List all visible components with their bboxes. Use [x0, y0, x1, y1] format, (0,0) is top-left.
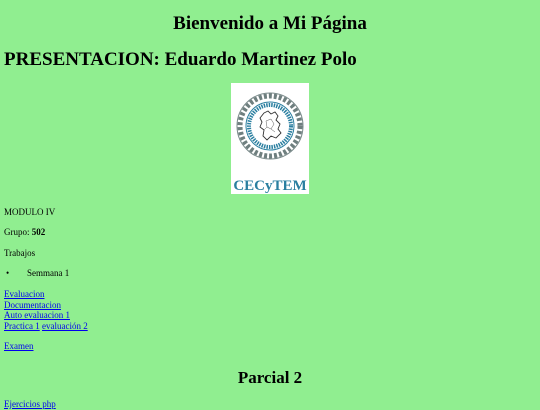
modulo-text: MODULO IV: [4, 207, 56, 217]
examen-link[interactable]: Examen: [4, 341, 34, 352]
practica-link[interactable]: Practica 1: [4, 321, 40, 331]
trabajos-list: Semmana 1: [4, 268, 69, 279]
grupo-value: 502: [31, 227, 46, 237]
page-title: Bienvenido a Mi Página: [173, 13, 367, 34]
evaluacion-link[interactable]: Evaluacion: [4, 289, 44, 299]
logo-name: CECyTEM: [233, 178, 306, 194]
grupo-line: Grupo: 502: [4, 227, 45, 238]
presentation-heading: PRESENTACION: Eduardo Martinez Polo: [4, 49, 357, 70]
trabajos-text: Trabajos: [4, 248, 36, 258]
logo-emblem-icon: [236, 92, 304, 160]
cecytem-logo: CECyTEM: [231, 83, 309, 194]
auto-evaluacion-link[interactable]: Auto evaluacion 1: [4, 310, 70, 320]
grupo-label: Grupo:: [4, 227, 30, 237]
parcial-heading: Parcial 2: [237, 368, 303, 387]
documentacion-link[interactable]: Documentacion: [4, 300, 61, 310]
evaluacion-2-link[interactable]: evaluación 2: [42, 321, 88, 331]
links-block: Evaluacion Documentacion Auto evaluacion…: [4, 289, 88, 331]
list-item: Semmana 1: [4, 268, 69, 279]
